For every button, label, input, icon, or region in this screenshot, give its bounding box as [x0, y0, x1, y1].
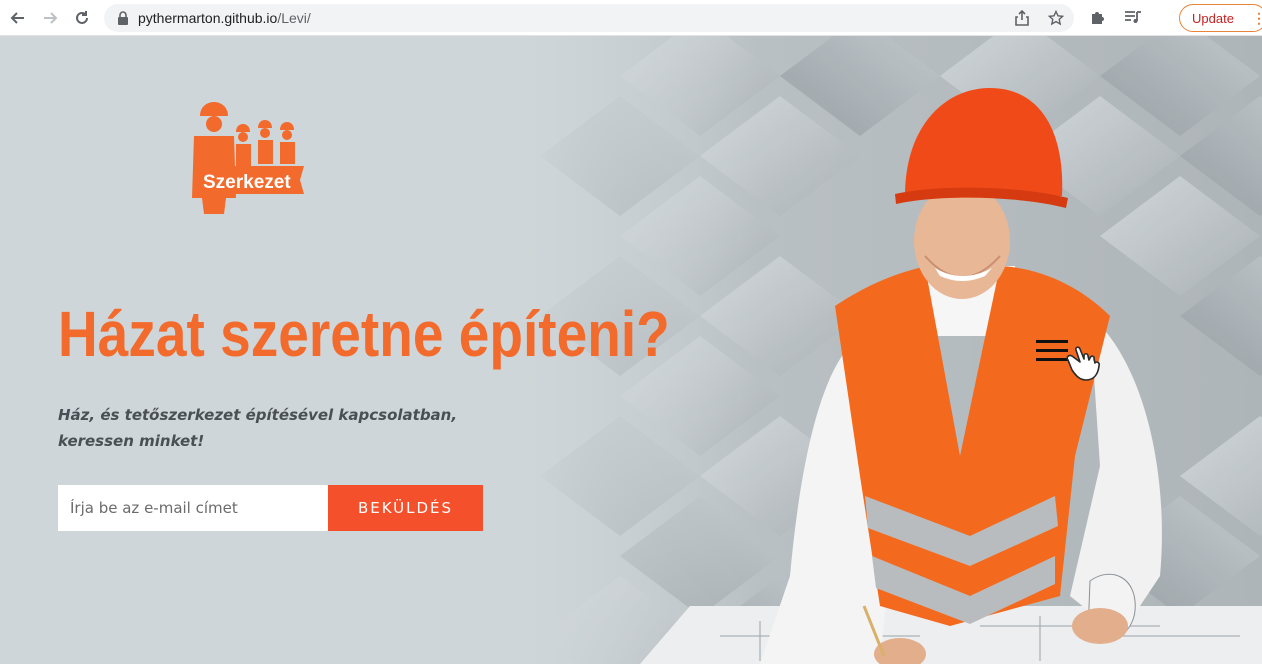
url-path: /Levi/	[277, 10, 311, 26]
share-icon[interactable]	[1012, 8, 1032, 28]
media-queue-icon[interactable]	[1122, 6, 1144, 28]
forward-arrow-icon[interactable]	[38, 6, 62, 30]
address-bar[interactable]: pythermarton.github.io/Levi/	[104, 4, 1074, 32]
submit-button[interactable]: BEKÜLDÉS	[328, 485, 483, 531]
email-subscribe-form: BEKÜLDÉS	[58, 485, 483, 531]
browser-toolbar: pythermarton.github.io/Levi/ Update ⋮	[0, 0, 1262, 36]
update-label: Update	[1192, 10, 1234, 26]
back-arrow-icon[interactable]	[6, 6, 30, 30]
hero-headline: Házat szeretne építeni?	[58, 298, 670, 370]
menu-dots-icon[interactable]: ⋮	[1252, 10, 1262, 26]
url-text: pythermarton.github.io/Levi/	[138, 10, 311, 26]
bookmark-star-icon[interactable]	[1046, 8, 1066, 28]
update-button[interactable]: Update ⋮	[1179, 4, 1262, 32]
extensions-puzzle-icon[interactable]	[1086, 6, 1108, 28]
hand-pointer-icon	[1066, 346, 1100, 381]
lock-icon	[116, 11, 130, 25]
hero-section: Szerkezet Házat szeretne építeni? Ház, é…	[0, 36, 1262, 664]
email-input[interactable]	[58, 485, 328, 531]
url-host: pythermarton.github.io	[138, 10, 278, 26]
szerkezet-logo[interactable]: Szerkezet	[186, 102, 308, 216]
reload-icon[interactable]	[70, 6, 94, 30]
logo-text: Szerkezet	[203, 172, 291, 193]
hero-subline: Ház, és tetőszerkezet építésével kapcsol…	[58, 406, 458, 450]
